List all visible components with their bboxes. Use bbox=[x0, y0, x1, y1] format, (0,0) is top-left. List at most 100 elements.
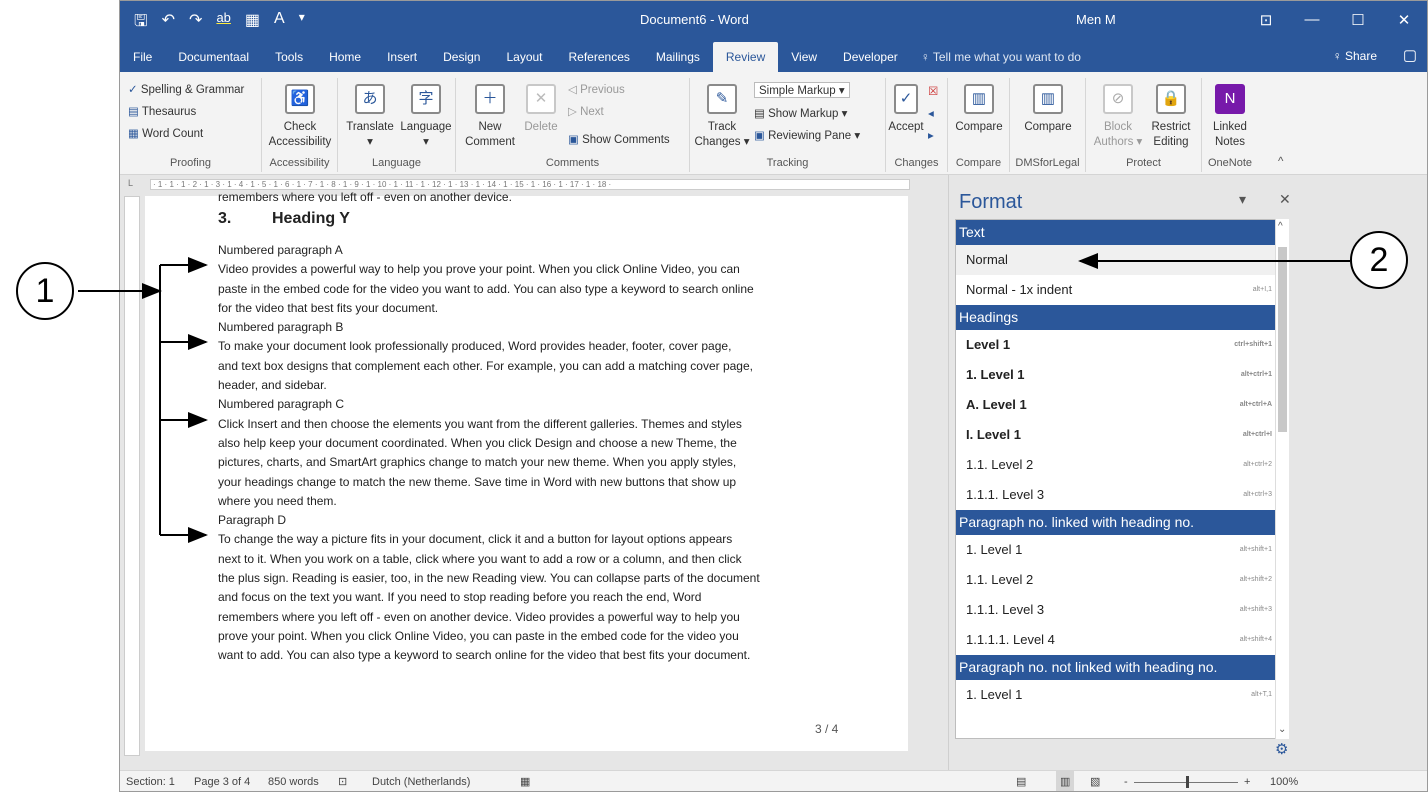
style-item[interactable]: A. Level 1 alt+ctrl+A bbox=[956, 390, 1284, 420]
previous-comment-button[interactable]: ◁ Previous bbox=[568, 82, 625, 96]
proofing-icon[interactable]: ⊡ bbox=[338, 771, 347, 791]
close-button[interactable]: ✕ bbox=[1381, 1, 1427, 38]
compare-button[interactable]: ▥ Compare bbox=[952, 84, 1006, 135]
scroll-up-icon[interactable]: ^ bbox=[1278, 221, 1283, 232]
tab-home[interactable]: Home bbox=[316, 42, 374, 72]
tab-references[interactable]: References bbox=[556, 42, 643, 72]
onenote-group-label: OneNote bbox=[1207, 157, 1253, 169]
language-group-label: Language bbox=[372, 157, 421, 169]
style-item[interactable]: 1.1.1.1. Level 4 alt+shift+4 bbox=[956, 625, 1284, 655]
document-body[interactable]: remembers where you left off - even on a… bbox=[218, 190, 828, 666]
undo-icon[interactable]: ↶ bbox=[162, 10, 175, 37]
next-comment-button[interactable]: ▷ Next bbox=[568, 104, 604, 118]
zoom-out-button[interactable]: - bbox=[1124, 771, 1128, 791]
save-icon[interactable]: 🖫 bbox=[134, 10, 148, 37]
style-list-scrollbar[interactable]: ^ ⌄ bbox=[1275, 219, 1289, 739]
language-button[interactable]: 字 Language ▾ bbox=[398, 84, 454, 150]
style-item[interactable]: I. Level 1 alt+ctrl+I bbox=[956, 420, 1284, 450]
comments-icon[interactable]: ▢ bbox=[1403, 38, 1417, 72]
tab-design[interactable]: Design bbox=[430, 42, 493, 72]
linked-label-2: Notes bbox=[1214, 136, 1246, 148]
word-count[interactable]: 850 words bbox=[268, 771, 319, 791]
translate-button[interactable]: あ Translate ▾ bbox=[342, 84, 398, 150]
page-number: 3 / 4 bbox=[815, 722, 839, 736]
block-authors-button[interactable]: ⊘ Block Authors ▾ bbox=[1092, 84, 1144, 150]
style-name: 1.1.1. Level 3 bbox=[966, 602, 1045, 617]
style-section-header: Text bbox=[956, 220, 1284, 245]
next-change-icon[interactable]: ▸ bbox=[928, 128, 934, 142]
zoom-level[interactable]: 100% bbox=[1270, 771, 1298, 791]
language-indicator[interactable]: Dutch (Netherlands) bbox=[372, 771, 470, 791]
print-layout-icon[interactable]: ▥ bbox=[1056, 771, 1075, 791]
scrollbar-thumb[interactable] bbox=[1278, 247, 1287, 432]
style-item[interactable]: Normal bbox=[956, 245, 1284, 275]
user-name[interactable]: Men M bbox=[1076, 12, 1116, 27]
style-item[interactable]: Normal - 1x indent alt+I,1 bbox=[956, 275, 1284, 305]
style-item[interactable]: 1. Level 1 alt+T,1 bbox=[956, 680, 1284, 710]
compare-group-label: Compare bbox=[955, 157, 1002, 169]
style-item[interactable]: 1.1.1. Level 3 alt+ctrl+3 bbox=[956, 480, 1284, 510]
section-indicator[interactable]: Section: 1 bbox=[126, 771, 175, 791]
protect-group-label: Protect bbox=[1126, 157, 1161, 169]
tab-view[interactable]: View bbox=[778, 42, 830, 72]
reject-icon[interactable]: ☒ bbox=[928, 84, 938, 98]
thesaurus-button[interactable]: ▤ Thesaurus bbox=[128, 104, 196, 118]
restrict-editing-button[interactable]: 🔒 Restrict Editing bbox=[1144, 84, 1198, 150]
tab-review[interactable]: Review bbox=[712, 42, 779, 72]
pane-close-icon[interactable]: ✕ bbox=[1279, 191, 1291, 208]
group-dmsforlegal: ▥ Compare DMSforLegal bbox=[1010, 78, 1086, 172]
page-indicator[interactable]: Page 3 of 4 bbox=[194, 771, 250, 791]
maximize-button[interactable]: ☐ bbox=[1335, 1, 1381, 38]
read-mode-icon[interactable]: ▤ bbox=[1016, 771, 1026, 791]
track-changes-button[interactable]: ✎ Track Changes ▾ bbox=[692, 84, 752, 150]
share-button[interactable]: ♀ Share bbox=[1333, 38, 1377, 72]
dms-compare-button[interactable]: ▥ Compare bbox=[1018, 84, 1078, 135]
show-comments-button[interactable]: ▣ Show Comments bbox=[568, 132, 670, 146]
tab-mailings[interactable]: Mailings bbox=[643, 42, 713, 72]
style-item[interactable]: 1.1. Level 2 alt+shift+2 bbox=[956, 565, 1284, 595]
tab-insert[interactable]: Insert bbox=[374, 42, 430, 72]
group-protect: ⊘ Block Authors ▾ 🔒 Restrict Editing Protect bbox=[1086, 78, 1202, 172]
customize-qat-icon[interactable]: ▾ bbox=[299, 10, 305, 37]
spelling-grammar-button[interactable]: ✓ Spelling & Grammar bbox=[128, 82, 244, 96]
reviewing-pane-button[interactable]: ▣ Reviewing Pane ▾ bbox=[754, 128, 860, 142]
tab-tools[interactable]: Tools bbox=[262, 42, 316, 72]
zoom-slider-thumb[interactable] bbox=[1186, 776, 1189, 788]
table-icon[interactable]: ▦ bbox=[245, 10, 260, 37]
style-item[interactable]: 1.1.1. Level 3 alt+shift+3 bbox=[956, 595, 1284, 625]
tab-selector[interactable]: L bbox=[128, 178, 133, 188]
check-accessibility-button[interactable]: ♿ Check Accessibility bbox=[266, 84, 334, 150]
ribbon-display-options-icon[interactable]: ⊡ bbox=[1243, 1, 1289, 38]
paragraph-line: paste in the embed code for the video yo… bbox=[218, 281, 754, 296]
tab-layout[interactable]: Layout bbox=[493, 42, 555, 72]
style-item[interactable]: 1. Level 1 alt+ctrl+1 bbox=[956, 360, 1284, 390]
previous-change-icon[interactable]: ◂ bbox=[928, 106, 934, 120]
new-comment-button[interactable]: ＋ New Comment bbox=[462, 84, 518, 150]
linked-notes-button[interactable]: N Linked Notes bbox=[1206, 84, 1254, 150]
style-item[interactable]: 1. Level 1 alt+shift+1 bbox=[956, 535, 1284, 565]
compare-icon: ▥ bbox=[964, 84, 994, 114]
tab-documentaal[interactable]: Documentaal bbox=[165, 42, 262, 72]
redo-icon[interactable]: ↷ bbox=[189, 10, 202, 37]
delete-comment-button[interactable]: ✕ Delete bbox=[518, 84, 564, 135]
gear-icon[interactable]: ⚙ bbox=[1275, 740, 1288, 758]
word-count-button[interactable]: ▦ Word Count bbox=[128, 126, 203, 140]
zoom-in-button[interactable]: + bbox=[1244, 771, 1250, 791]
macro-icon[interactable]: ▦ bbox=[520, 771, 530, 791]
tab-file[interactable]: File bbox=[120, 42, 165, 72]
heading-text: Heading Y bbox=[272, 210, 350, 227]
highlight-icon[interactable]: ab bbox=[216, 10, 230, 37]
accept-button[interactable]: ✓ Accept bbox=[888, 84, 924, 135]
collapse-ribbon-icon[interactable]: ^ bbox=[1278, 156, 1283, 168]
markup-select[interactable]: Simple Markup ▾ bbox=[754, 82, 850, 98]
minimize-button[interactable]: — bbox=[1289, 1, 1335, 38]
web-layout-icon[interactable]: ▧ bbox=[1090, 771, 1100, 791]
show-markup-button[interactable]: ▤ Show Markup ▾ bbox=[754, 106, 847, 120]
style-item[interactable]: Level 1 ctrl+shift+1 bbox=[956, 330, 1284, 360]
scroll-down-icon[interactable]: ⌄ bbox=[1278, 724, 1286, 735]
pane-options-icon[interactable]: ▾ bbox=[1239, 191, 1246, 208]
font-color-icon[interactable]: A bbox=[274, 10, 285, 37]
tell-me-search[interactable]: ♀ Tell me what you want to do bbox=[921, 42, 1081, 72]
tab-developer[interactable]: Developer bbox=[830, 42, 911, 72]
style-item[interactable]: 1.1. Level 2 alt+ctrl+2 bbox=[956, 450, 1284, 480]
